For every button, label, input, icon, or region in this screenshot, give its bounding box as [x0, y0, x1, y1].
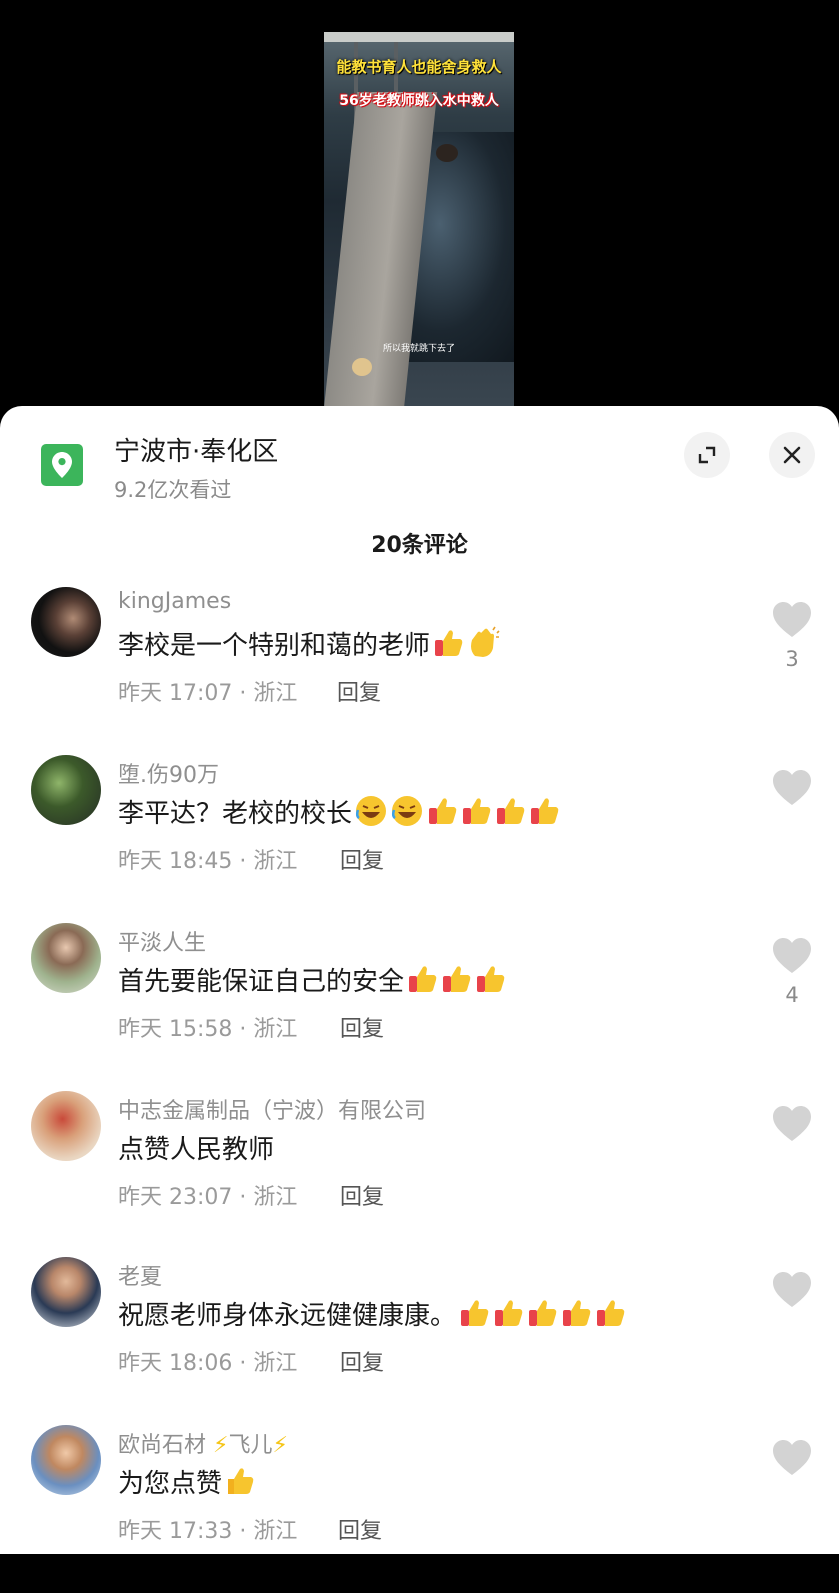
comment-text: 首先要能保证自己的安全 [118, 961, 506, 998]
avatar[interactable] [31, 923, 101, 993]
comment-username[interactable]: 欧尚石材 ⚡飞儿⚡ [118, 1427, 288, 1459]
comment-item: kingJames 李校是一个特别和蔼的老师 昨天 17:07 · 浙江 回复 … [0, 587, 839, 755]
video-thumbnail[interactable]: 能教书育人也能舍身救人 56岁老教师跳入水中救人 所以我就跳下去了 [324, 32, 514, 408]
view-count: 9.2亿次看过 [114, 478, 232, 502]
heart-icon[interactable] [772, 937, 812, 975]
thumbs-up-yellow-emoji-icon [228, 1468, 254, 1494]
laughing-emoji-icon [355, 796, 387, 826]
avatar[interactable] [31, 755, 101, 825]
comment-text: 李平达？老校的校长 [118, 793, 560, 830]
comment-time: 昨天 18:45 · 浙江 [118, 849, 298, 874]
comment-text-body: 祝愿老师身体永远健健康康。 [118, 1301, 457, 1331]
video-caption-red: 56岁老教师跳入水中救人 [339, 93, 499, 109]
video-area[interactable]: 能教书育人也能舍身救人 56岁老教师跳入水中救人 所以我就跳下去了 [0, 0, 839, 420]
like-count: 3 [785, 647, 799, 671]
comment-text-body: 为您点赞 [118, 1469, 223, 1499]
lightning-icon: ⚡ [213, 1433, 229, 1458]
comment-time: 昨天 17:33 · 浙江 [118, 1519, 298, 1544]
location-pin-icon[interactable] [41, 444, 83, 486]
reply-button[interactable]: 回复 [340, 843, 384, 875]
video-scene-stone [352, 358, 372, 376]
video-subtitle: 所以我就跳下去了 [382, 344, 455, 354]
heart-icon[interactable] [772, 769, 812, 807]
reply-button[interactable]: 回复 [340, 1011, 384, 1043]
video-caption-top: 能教书育人也能舍身救人 [336, 58, 502, 76]
comment-item: 平淡人生 首先要能保证自己的安全 昨天 15:58 · 浙江 回复 4 [0, 923, 839, 1091]
thumbs-up-emoji-icon [435, 630, 463, 656]
thumbs-up-emoji-icon [563, 1300, 591, 1326]
close-button[interactable] [769, 432, 815, 478]
thumbs-up-emoji-icon [529, 1300, 557, 1326]
thumbs-up-emoji-icon [443, 966, 471, 992]
comment-text-body: 李校是一个特别和蔼的老师 [118, 631, 431, 661]
reply-button[interactable]: 回复 [338, 1513, 382, 1545]
comment-username[interactable]: kingJames [118, 589, 231, 614]
comment-username[interactable]: 平淡人生 [118, 925, 206, 957]
comment-text-body: 李平达？老校的校长 [118, 799, 353, 829]
thumbs-up-emoji-icon [477, 966, 505, 992]
close-icon [783, 446, 801, 464]
thumbs-up-emoji-icon [495, 1300, 523, 1326]
comment-time: 昨天 18:06 · 浙江 [118, 1351, 298, 1376]
comment-username-part: 欧尚石材 [118, 1433, 207, 1458]
video-scene-person [436, 144, 458, 162]
thumbs-up-emoji-icon [531, 798, 559, 824]
comment-text: 李校是一个特别和蔼的老师 [118, 625, 500, 662]
comment-username-part: 飞儿 [228, 1433, 273, 1458]
thumbs-up-emoji-icon [409, 966, 437, 992]
thumbs-up-emoji-icon [497, 798, 525, 824]
comment-text: 为您点赞 [118, 1463, 256, 1500]
heart-icon[interactable] [772, 1439, 812, 1477]
lightning-icon: ⚡ [272, 1433, 288, 1458]
comment-username[interactable]: 中志金属制品（宁波）有限公司 [118, 1093, 426, 1125]
location-title[interactable]: 宁波市·奉化区 [114, 431, 278, 468]
comment-text-body: 首先要能保证自己的安全 [118, 967, 405, 997]
comment-text: 点赞人民教师 [118, 1135, 275, 1165]
avatar[interactable] [31, 1257, 101, 1327]
comment-text: 祝愿老师身体永远健健康康。 [118, 1295, 626, 1332]
like-count: 4 [785, 983, 799, 1007]
heart-icon[interactable] [772, 1271, 812, 1309]
heart-icon[interactable] [772, 601, 812, 639]
thumbs-up-emoji-icon [597, 1300, 625, 1326]
comment-item: 老夏 祝愿老师身体永远健健康康。 昨天 18:06 · 浙江 回复 [0, 1257, 839, 1425]
comment-time: 昨天 15:58 · 浙江 [118, 1017, 298, 1042]
video-scene-railing [324, 32, 514, 42]
comment-item: 欧尚石材 ⚡飞儿⚡ 为您点赞 昨天 17:33 · 浙江 回复 [0, 1425, 839, 1593]
comment-username[interactable]: 堕.伤90万 [118, 757, 219, 789]
avatar[interactable] [31, 1091, 101, 1161]
reply-button[interactable]: 回复 [340, 1179, 384, 1211]
reply-button[interactable]: 回复 [337, 675, 381, 707]
comment-time: 昨天 17:07 · 浙江 [118, 681, 298, 706]
thumbs-up-emoji-icon [461, 1300, 489, 1326]
comment-count: 20条评论 [371, 533, 468, 558]
heart-icon[interactable] [772, 1105, 812, 1143]
comment-time: 昨天 23:07 · 浙江 [118, 1185, 298, 1210]
comment-username[interactable]: 老夏 [118, 1259, 162, 1291]
expand-icon [698, 446, 716, 464]
thumbs-up-emoji-icon [463, 798, 491, 824]
comment-item: 中志金属制品（宁波）有限公司 点赞人民教师 昨天 23:07 · 浙江 回复 [0, 1091, 839, 1259]
thumbs-up-emoji-icon [429, 798, 457, 824]
laughing-emoji-icon [391, 796, 423, 826]
avatar[interactable] [31, 587, 101, 657]
avatar[interactable] [31, 1425, 101, 1495]
reply-button[interactable]: 回复 [340, 1345, 384, 1377]
expand-button[interactable] [684, 432, 730, 478]
comment-sheet: 宁波市·奉化区 9.2亿次看过 20条评论 kingJames 李校是一个特别和… [0, 406, 839, 1554]
comment-item: 堕.伤90万 李平达？老校的校长 昨天 18:45 · 浙江 回复 [0, 755, 839, 923]
clapping-hands-emoji-icon [471, 626, 500, 657]
